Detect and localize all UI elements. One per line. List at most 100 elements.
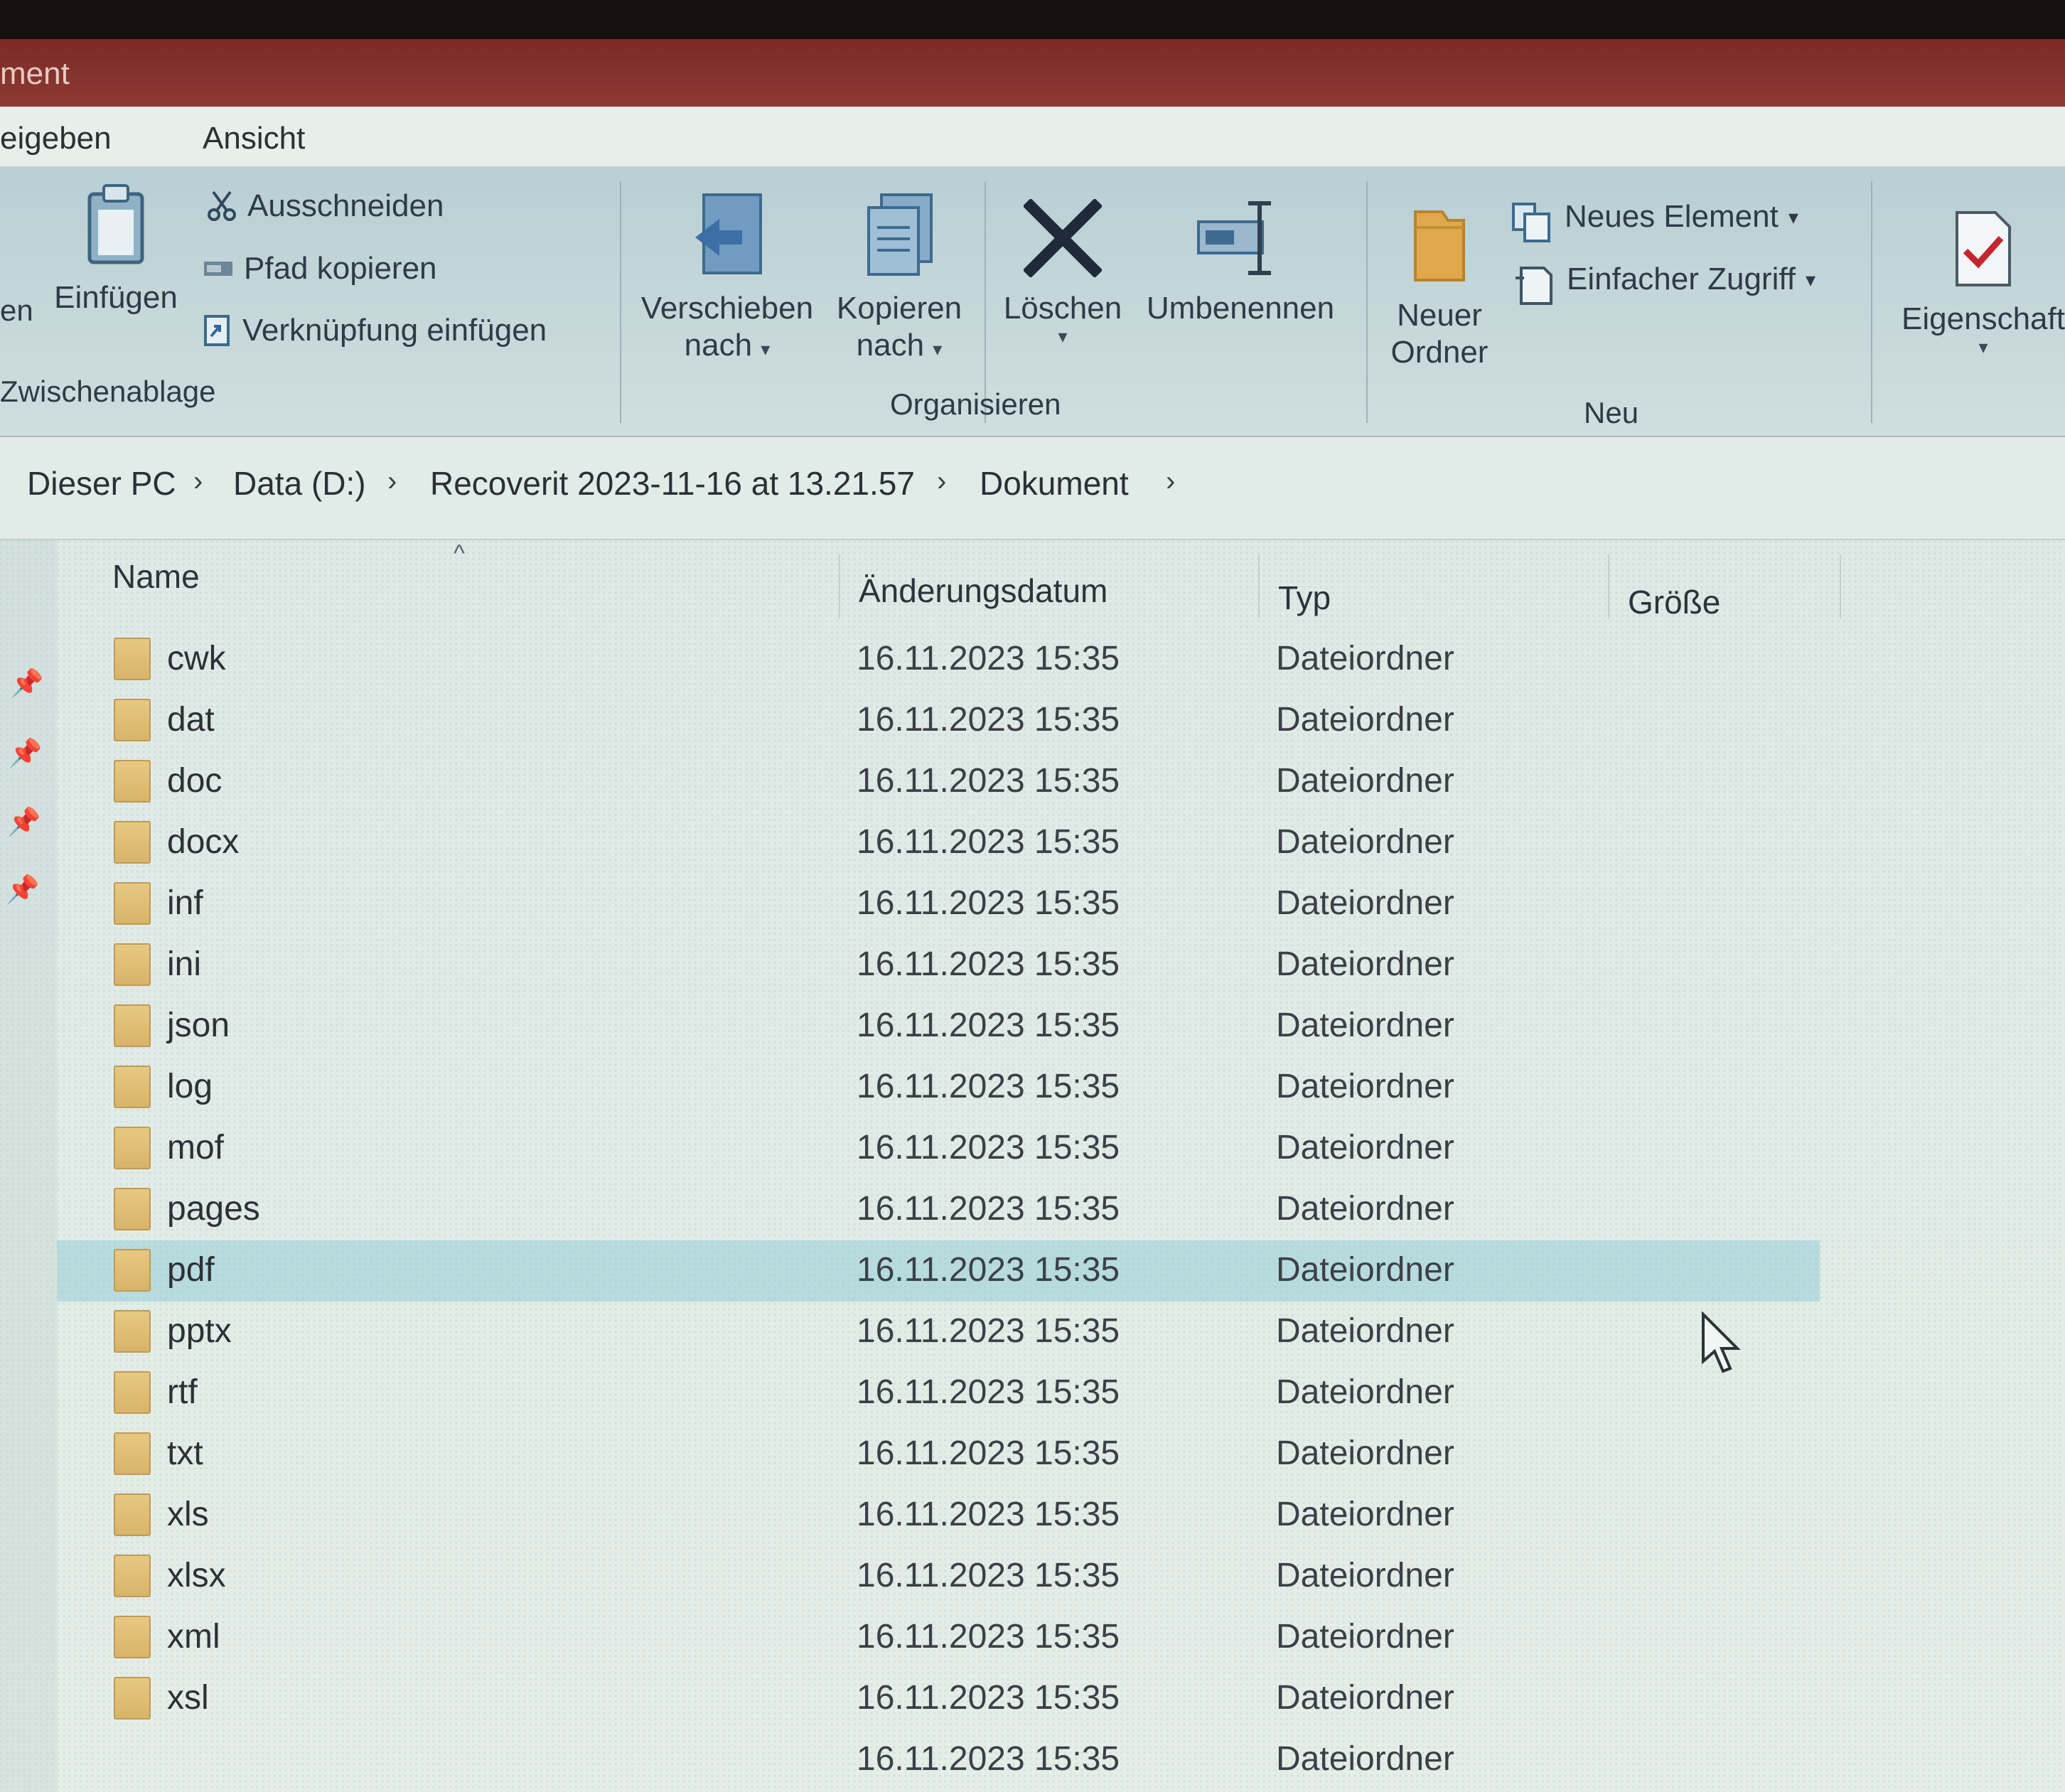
copy-path-button[interactable]: Pfad kopieren [203,251,437,286]
file-type: Dateiordner [1276,640,1454,677]
copy-to-button[interactable]: Kopieren nach ▾ [828,192,970,364]
table-row[interactable]: xlsx 16.11.2023 15:35 Dateiordner [57,1546,1820,1607]
copy-path-label: Pfad kopieren [244,251,437,286]
file-name: pptx [167,1312,232,1350]
table-row[interactable]: xsl 16.11.2023 15:35 Dateiordner [57,1668,1820,1729]
monitor-bezel [0,0,2065,39]
table-row[interactable]: mof 16.11.2023 15:35 Dateiordner [57,1118,1820,1179]
file-date: 16.11.2023 15:35 [857,1190,1120,1228]
copy-to-label-2: nach [856,328,925,363]
breadcrumb-dokument[interactable]: Dokument [980,464,1129,503]
folder-icon [114,1249,151,1292]
window-title: ment [0,56,70,91]
rename-button[interactable]: Umbenennen [1134,199,1347,327]
move-to-button[interactable]: Verschieben nach ▾ [638,192,816,364]
move-to-icon [695,193,762,274]
breadcrumb-this-pc[interactable]: Dieser PC [27,464,176,503]
folder-icon [114,943,151,986]
table-row[interactable]: dat 16.11.2023 15:35 Dateiordner [57,690,1820,751]
table-row[interactable]: 16.11.2023 15:35 Dateiordner [57,1729,1820,1791]
table-row[interactable]: docx 16.11.2023 15:35 Dateiordner [57,812,1820,874]
pin-icon[interactable]: 📌 [10,668,43,699]
new-folder-button[interactable]: Neuer Ordner [1375,206,1503,371]
breadcrumb-data-drive[interactable]: Data (D:) [233,464,366,503]
properties-button[interactable]: Eigenschaft ▾ [1884,210,2065,356]
folder-icon [114,1127,151,1169]
file-date: 16.11.2023 15:35 [857,1129,1120,1166]
folder-icon [114,1004,151,1047]
folder-icon [114,1066,151,1108]
pin-icon[interactable]: 📌 [9,738,42,769]
new-item-button[interactable]: Neues Element ▾ [1511,199,1798,242]
copy-to-label-1: Kopieren [836,291,962,326]
file-type: Dateiordner [1276,1251,1454,1289]
table-row[interactable]: log 16.11.2023 15:35 Dateiordner [57,1057,1820,1118]
pin-access-partial-label[interactable]: en [0,294,33,328]
tab-view[interactable]: Ansicht [203,121,305,156]
column-separator[interactable] [839,554,840,618]
column-separator[interactable] [1258,554,1260,618]
table-row[interactable]: cwk 16.11.2023 15:35 Dateiordner [57,629,1820,690]
address-bar[interactable]: Dieser PC › Data (D:) › Recoverit 2023-1… [0,437,2065,540]
dropdown-arrow-icon: ▾ [1058,326,1068,347]
folder-icon [114,1371,151,1414]
file-date: 16.11.2023 15:35 [857,1618,1120,1656]
file-name: txt [167,1434,203,1472]
table-row[interactable]: pages 16.11.2023 15:35 Dateiordner [57,1179,1820,1240]
file-list: 📌 📌 📌 📌 Name ^ Änderungsdatum Typ Größe … [0,540,2065,1792]
folder-icon [114,821,151,864]
file-type: Dateiordner [1276,1679,1454,1717]
file-name: json [167,1007,230,1044]
move-to-label-2: nach [684,328,753,363]
easy-access-button[interactable]: Einfacher Zugriff ▾ [1513,262,1815,305]
table-row[interactable]: doc 16.11.2023 15:35 Dateiordner [57,751,1820,812]
folder-icon [114,760,151,803]
file-date: 16.11.2023 15:35 [857,1740,1120,1778]
shortcut-icon [201,315,232,346]
group-separator [1366,181,1368,423]
file-date: 16.11.2023 15:35 [857,1251,1120,1289]
new-group-label: Neu [1584,396,1639,429]
chevron-right-icon[interactable]: › [937,466,946,498]
table-row[interactable]: rtf 16.11.2023 15:35 Dateiordner [57,1363,1820,1424]
chevron-right-icon[interactable]: › [193,466,203,498]
table-row[interactable]: txt 16.11.2023 15:35 Dateiordner [57,1424,1820,1485]
cut-button[interactable]: Ausschneiden [206,188,444,224]
file-name: log [167,1068,213,1105]
paste-button[interactable]: Einfügen [48,181,183,316]
table-row[interactable]: xls 16.11.2023 15:35 Dateiordner [57,1485,1820,1546]
tab-share[interactable]: eigeben [0,121,112,156]
chevron-right-icon[interactable]: › [1166,466,1175,498]
table-row[interactable]: json 16.11.2023 15:35 Dateiordner [57,996,1820,1057]
folder-icon [114,1310,151,1353]
delete-button[interactable]: Löschen ▾ [999,199,1127,345]
folder-icon [114,1188,151,1230]
table-row[interactable]: ini 16.11.2023 15:35 Dateiordner [57,935,1820,996]
folder-icon [114,1555,151,1597]
file-type: Dateiordner [1276,762,1454,800]
breadcrumb-recoverit-folder[interactable]: Recoverit 2023-11-16 at 13.21.57 [430,464,915,503]
table-row[interactable]: xml 16.11.2023 15:35 Dateiordner [57,1607,1820,1668]
paste-shortcut-button[interactable]: Verknüpfung einfügen [201,313,547,348]
table-row[interactable]: pptx 16.11.2023 15:35 Dateiordner [57,1302,1820,1363]
column-separator[interactable] [1840,554,1841,618]
chevron-right-icon[interactable]: › [387,466,397,498]
group-separator [620,181,621,423]
table-row[interactable]: inf 16.11.2023 15:35 Dateiordner [57,874,1820,935]
pin-icon[interactable]: 📌 [7,807,41,838]
delete-x-icon [1024,199,1102,277]
group-separator [1871,181,1872,423]
file-name: ini [167,945,202,983]
rename-label: Umbenennen [1146,291,1335,326]
file-date: 16.11.2023 15:35 [857,1373,1120,1411]
folder-icon [114,1677,151,1719]
pin-icon[interactable]: 📌 [6,874,39,906]
folder-icon [114,1432,151,1475]
file-type: Dateiordner [1276,1618,1454,1656]
cut-label: Ausschneiden [247,188,444,223]
table-row[interactable]: pdf 16.11.2023 15:35 Dateiordner [57,1240,1820,1302]
navigation-pane[interactable]: 📌 📌 📌 📌 [0,540,57,1792]
folder-icon [114,1616,151,1658]
column-separator[interactable] [1608,554,1609,618]
file-date: 16.11.2023 15:35 [857,701,1120,739]
